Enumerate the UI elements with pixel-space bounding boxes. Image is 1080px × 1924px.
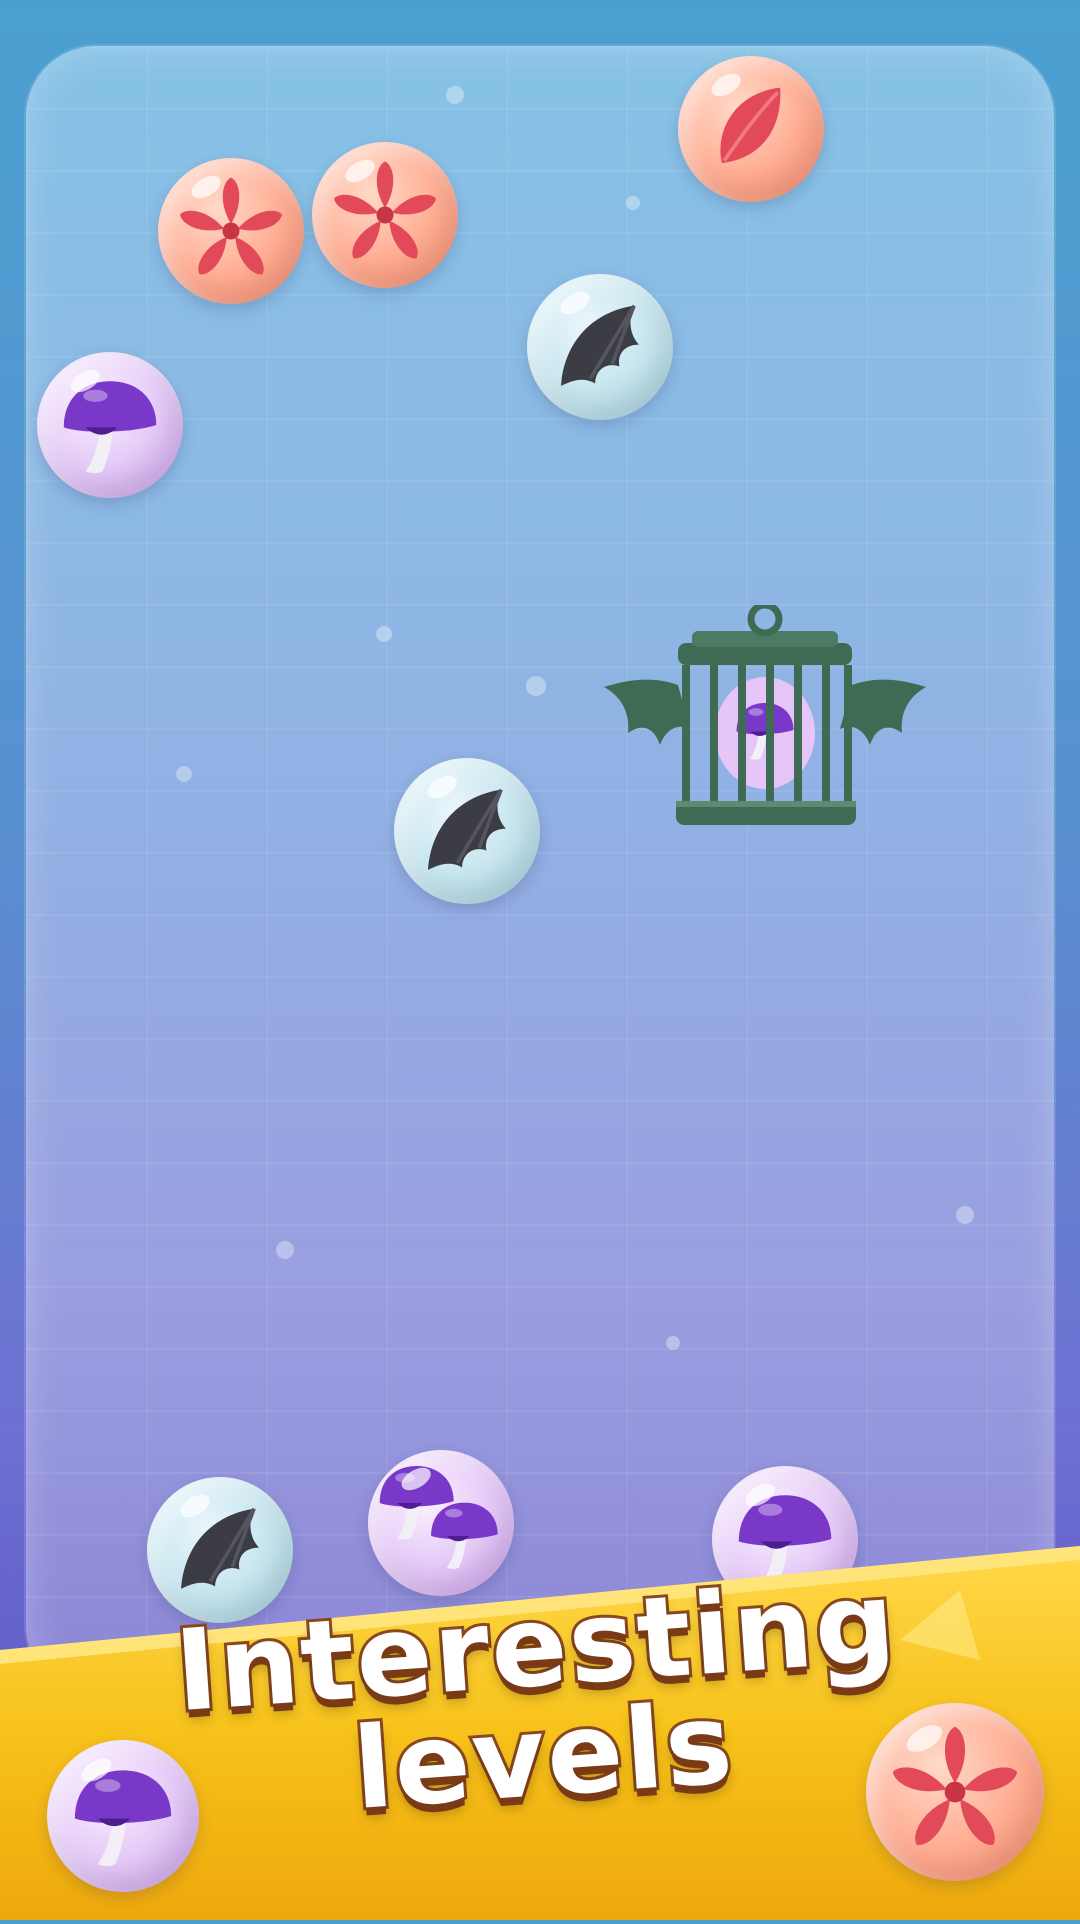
- caged-mushroom[interactable]: [600, 601, 930, 850]
- sparkle: [666, 1336, 680, 1350]
- sparkle: [956, 1206, 974, 1224]
- flower-icon: [331, 161, 439, 264]
- flower-bubble: [866, 1703, 1044, 1881]
- bat-wing-icon: [559, 303, 641, 388]
- wing-bubble[interactable]: [394, 758, 540, 904]
- mushrooms-icon: [379, 1466, 498, 1569]
- flower-icon: [889, 1726, 1021, 1851]
- mushroom-bubble: [47, 1740, 199, 1892]
- petal-bubble[interactable]: [678, 56, 824, 202]
- mushroom-bubble[interactable]: [37, 352, 183, 498]
- mushroom-icon: [63, 381, 157, 474]
- headline: Interesting levels: [143, 1554, 937, 1841]
- winged-cage-icon: [604, 601, 926, 825]
- sparkle: [446, 86, 464, 104]
- mushroom-icon: [74, 1770, 172, 1867]
- double-mushroom-bubble[interactable]: [368, 1450, 514, 1596]
- sparkle: [376, 626, 392, 642]
- sparkle: [276, 1241, 294, 1259]
- flower-bubble[interactable]: [312, 142, 458, 288]
- flower-icon: [177, 177, 285, 280]
- sparkle: [176, 766, 192, 782]
- petal-icon: [720, 87, 781, 164]
- flower-bubble[interactable]: [158, 158, 304, 304]
- bat-wing-icon: [426, 787, 508, 872]
- wing-bubble[interactable]: [527, 274, 673, 420]
- sparkle: [626, 196, 640, 210]
- sparkle: [526, 676, 546, 696]
